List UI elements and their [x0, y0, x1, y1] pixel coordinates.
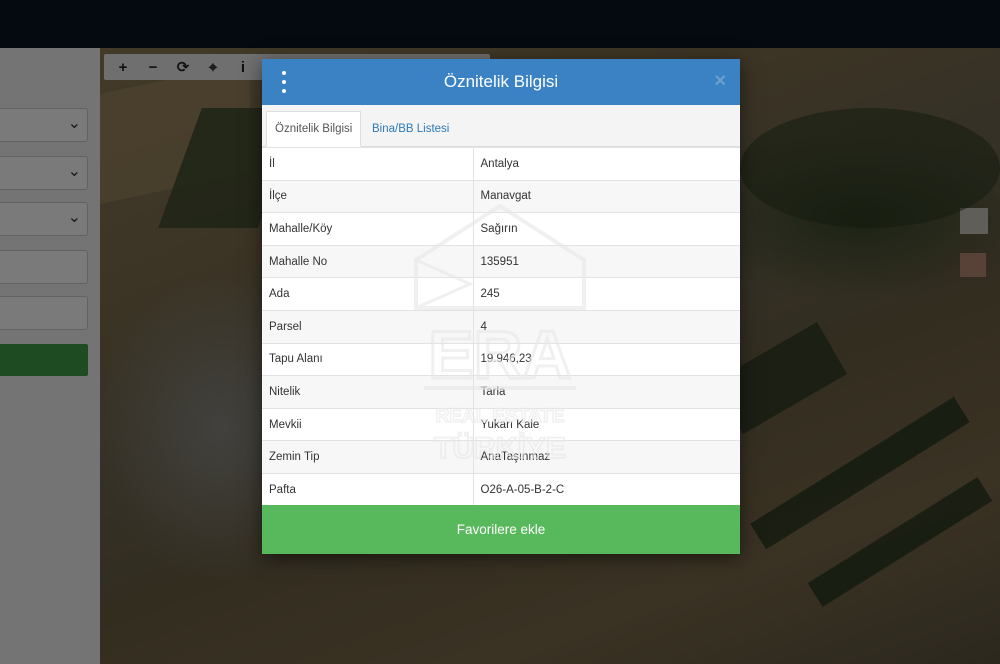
modal-tabs: Öznitelik Bilgisi Bina/BB Listesi — [262, 105, 740, 147]
close-icon[interactable]: × — [714, 70, 726, 93]
attribute-value: O26-A-05-B-2-C — [473, 472, 740, 507]
attribute-value: Manavgat — [473, 179, 740, 213]
tab-building-list[interactable]: Bina/BB Listesi — [364, 111, 457, 147]
attribute-key: İlçe — [262, 179, 474, 213]
attribute-value: AnaTaşınmaz — [473, 440, 740, 474]
attribute-key: Mevkii — [262, 407, 474, 441]
attribute-key: Ada — [262, 277, 474, 311]
attribute-key: Tapu Alanı — [262, 342, 474, 376]
attribute-key: Mahalle/Köy — [262, 212, 474, 246]
attribute-key: İl — [262, 147, 474, 181]
attribute-row: Nitelik Tarla — [262, 375, 740, 409]
kebab-menu-icon[interactable] — [276, 71, 292, 93]
attribute-key: Parsel — [262, 309, 474, 344]
attribute-row: Ada 245 — [262, 277, 740, 311]
attribute-info-modal: Öznitelik Bilgisi × Öznitelik Bilgisi Bi… — [262, 59, 740, 554]
tab-attribute-info[interactable]: Öznitelik Bilgisi — [266, 111, 362, 147]
attribute-row: Mahalle/Köy Sağırın — [262, 212, 740, 246]
attribute-value: 4 — [473, 309, 740, 344]
attribute-value: Yukarı Kale — [473, 407, 740, 441]
attribute-value: Antalya — [473, 147, 740, 181]
modal-title: Öznitelik Bilgisi — [443, 72, 559, 91]
add-to-favorites-button[interactable]: Favorilere ekle — [262, 505, 740, 554]
attribute-row: Mevkii Yukarı Kale — [262, 407, 740, 441]
attribute-value: 245 — [473, 277, 740, 311]
attribute-row: Zemin Tip AnaTaşınmaz — [262, 440, 740, 474]
attribute-value: 19.946,23 — [473, 342, 740, 376]
attribute-table: İl Antalya İlçe Manavgat Mahalle/Köy Sağırın M… — [262, 147, 740, 507]
attribute-key: Mahalle No — [262, 244, 474, 278]
attribute-key: Nitelik — [262, 375, 474, 409]
attribute-row: Pafta O26-A-05-B-2-C — [262, 472, 740, 507]
attribute-value: 135951 — [473, 244, 740, 278]
attribute-row: İlçe Manavgat — [262, 179, 740, 213]
attribute-key: Pafta — [262, 472, 474, 507]
attribute-key: Zemin Tip — [262, 440, 474, 474]
attribute-value: Sağırın — [473, 212, 740, 246]
attribute-row: İl Antalya — [262, 147, 740, 181]
attribute-value: Tarla — [473, 375, 740, 409]
attribute-row: Mahalle No 135951 — [262, 244, 740, 278]
attribute-row: Parsel 4 — [262, 309, 740, 344]
attribute-row: Tapu Alanı 19.946,23 — [262, 342, 740, 376]
modal-header: Öznitelik Bilgisi × — [262, 59, 740, 105]
